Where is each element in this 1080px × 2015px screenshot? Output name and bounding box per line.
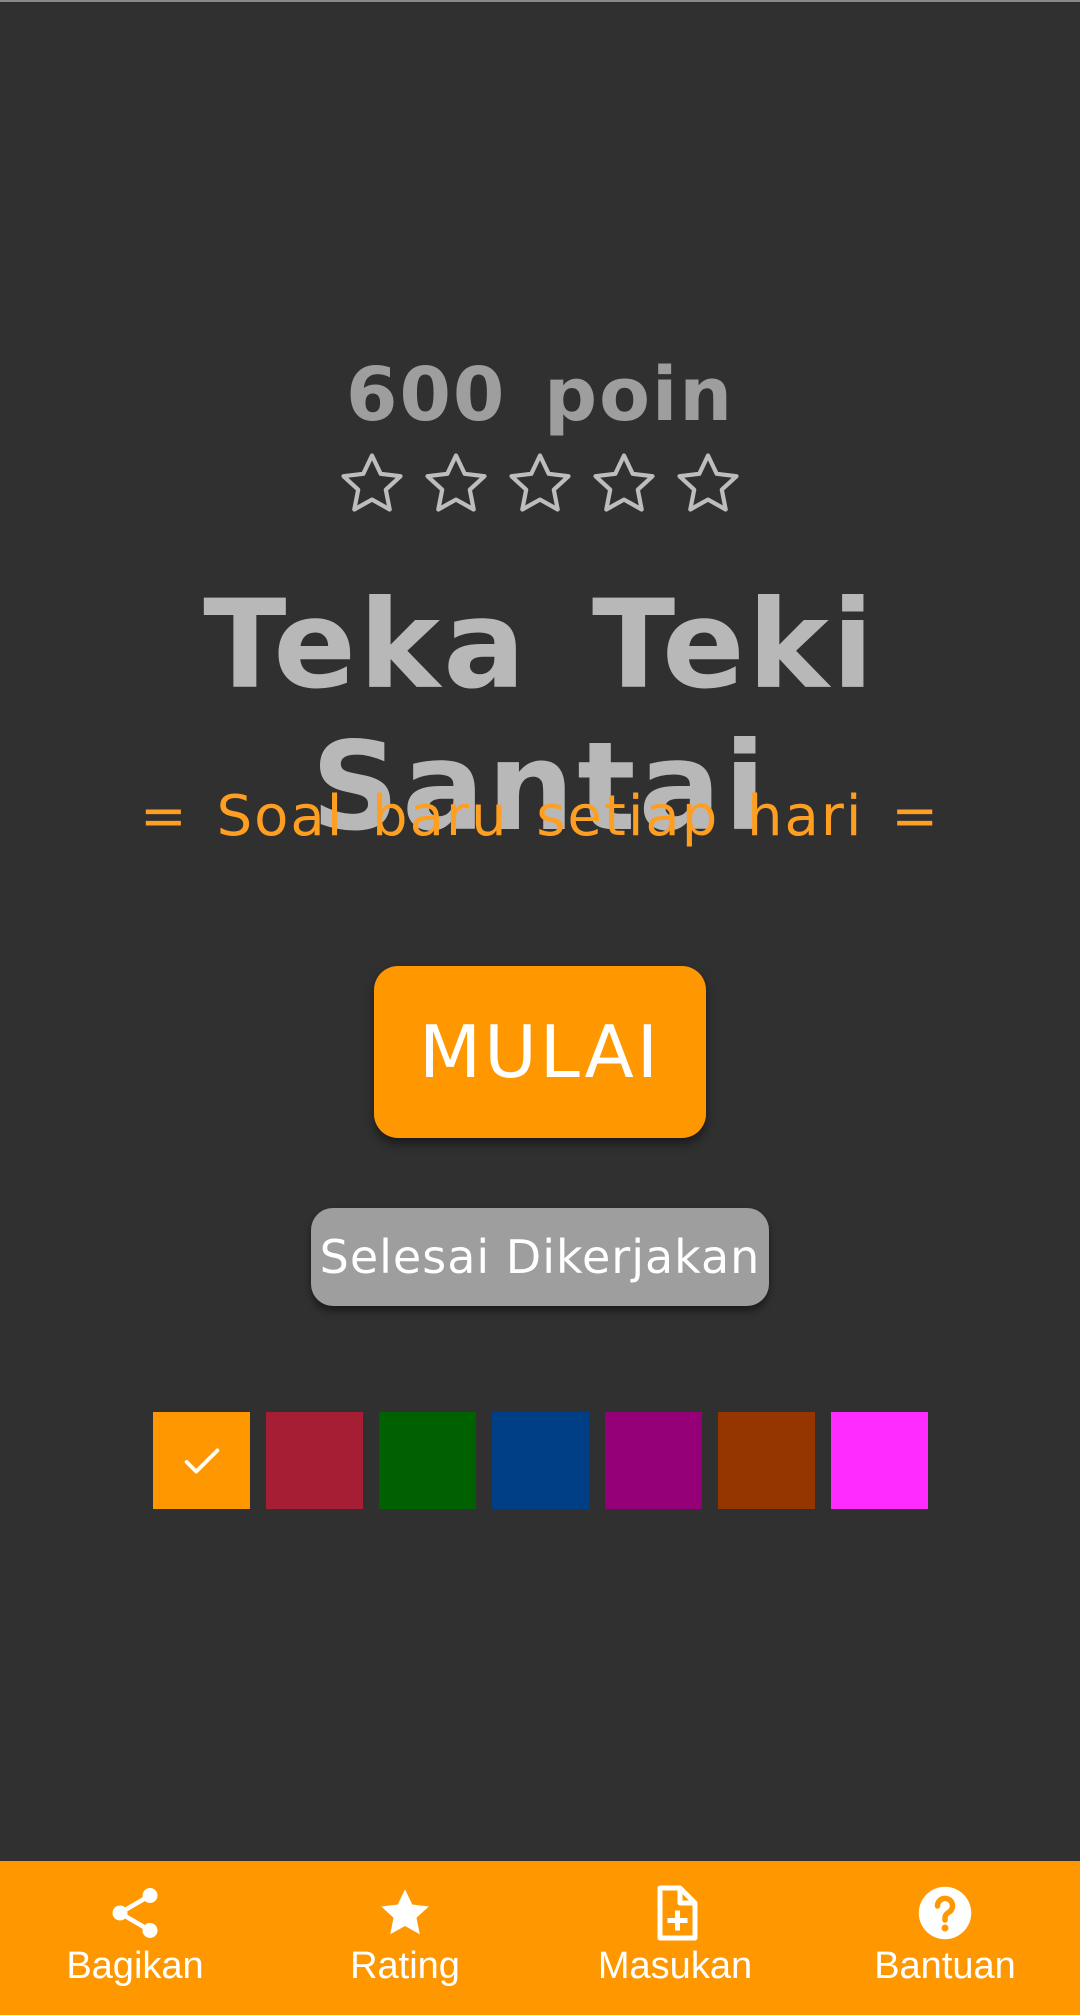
bottom-navigation: Bagikan Rating Masukan Bantuan: [0, 1861, 1080, 2015]
nav-share-label: Bagikan: [66, 1945, 204, 1987]
nav-rating[interactable]: Rating: [270, 1861, 540, 2015]
nav-help[interactable]: Bantuan: [810, 1861, 1080, 2015]
star-icon: [381, 1889, 429, 1935]
nav-feedback[interactable]: Masukan: [540, 1861, 810, 2015]
nav-rating-label: Rating: [350, 1945, 460, 1987]
nav-share[interactable]: Bagikan: [0, 1861, 270, 2015]
points-text: 600 poin: [345, 352, 735, 438]
nav-help-label: Bantuan: [874, 1945, 1016, 1987]
theme-swatch-blue[interactable]: [492, 1412, 589, 1509]
theme-swatch-crimson[interactable]: [266, 1412, 363, 1509]
theme-color-picker: [153, 1412, 928, 1509]
check-icon: [184, 1448, 219, 1473]
home-screen: 600 poin Teka Teki Santai = Soal baru se…: [0, 0, 1080, 2015]
completed-button[interactable]: Selesai Dikerjakan: [311, 1208, 769, 1306]
share-icon: [112, 1888, 158, 1938]
star-rating: [0, 448, 1080, 520]
theme-swatch-purple[interactable]: [605, 1412, 702, 1509]
nav-feedback-label: Masukan: [597, 1945, 753, 1987]
star-outline-icon: [593, 453, 655, 512]
theme-swatch-brown[interactable]: [718, 1412, 815, 1509]
theme-swatch-orange[interactable]: [153, 1412, 250, 1509]
star-outline-icon: [677, 453, 739, 512]
star-outline-icon: [425, 453, 487, 512]
star-outline-icon: [509, 453, 571, 512]
theme-swatch-green[interactable]: [379, 1412, 476, 1509]
star-outline-icon: [341, 453, 403, 512]
theme-swatch-magenta[interactable]: [831, 1412, 928, 1509]
note-add-icon: [657, 1885, 698, 1941]
app-subtitle: = Soal baru setiap hari =: [139, 784, 941, 849]
start-button[interactable]: MULAI: [374, 966, 706, 1138]
help-icon: [918, 1886, 972, 1940]
